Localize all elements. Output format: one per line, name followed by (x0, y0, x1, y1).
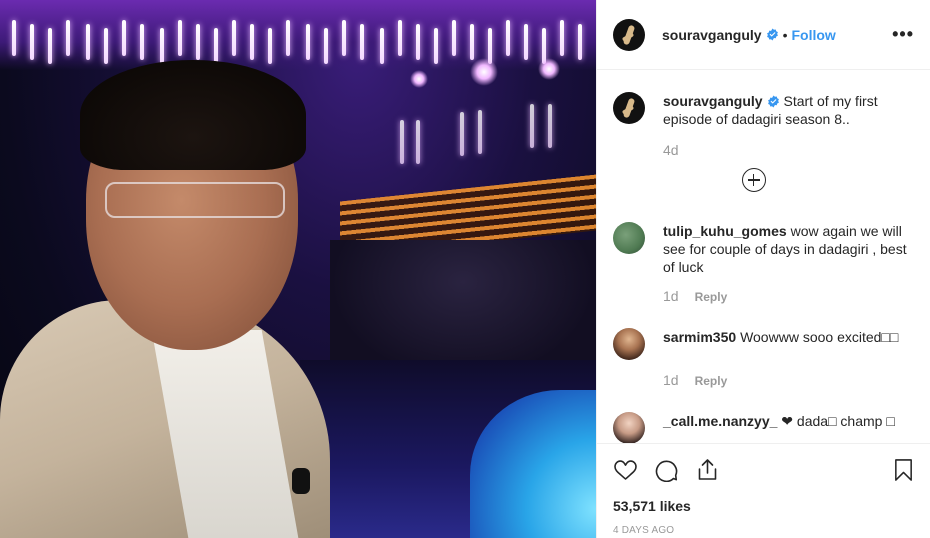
stage-light-bar (434, 28, 438, 64)
stage-light-bar (196, 24, 200, 60)
commenter-avatar[interactable] (613, 222, 645, 254)
commenter-avatar[interactable] (613, 328, 645, 360)
plus-circle-icon[interactable] (741, 168, 766, 192)
action-icons (613, 456, 915, 484)
caption-row: souravganguly Start of my first episode … (613, 92, 914, 128)
caption-text: souravganguly Start of my first episode … (663, 92, 914, 128)
stage-light-bar (400, 120, 404, 164)
stage-light-bar (122, 20, 126, 56)
stage-light-bar (578, 24, 582, 60)
stage-light-bar (478, 110, 482, 154)
caption-username[interactable]: souravganguly (663, 93, 763, 109)
stage-light-bar (30, 24, 34, 60)
stage-light-bar (232, 20, 236, 56)
comment-text: sarmim350 Woowww sooo excited□□ (663, 328, 898, 346)
likes-count[interactable]: 53,571 likes (613, 498, 915, 514)
stage-light-bar (342, 20, 346, 56)
stage-light-bar (416, 120, 420, 164)
stage-light-bar (380, 28, 384, 64)
comment-meta: 1d Reply (663, 372, 914, 388)
post-photo[interactable] (0, 0, 596, 538)
stage-light-bar (160, 28, 164, 64)
comment-age[interactable]: 1d (663, 372, 679, 388)
person-glasses (105, 182, 285, 218)
stage-light-bar (140, 24, 144, 60)
author-avatar[interactable] (613, 18, 645, 51)
stage-light-bar (560, 20, 564, 56)
stage-light-bar (286, 20, 290, 56)
comment-item: tulip_kuhu_gomes wow again we will see f… (613, 222, 914, 276)
commenter-avatar[interactable] (613, 412, 645, 443)
comment-content: ❤ dada□ champ □ (781, 413, 895, 429)
stage-light-bar (48, 28, 52, 64)
stage-light-bar (12, 20, 16, 56)
stage-light-bar (178, 20, 182, 56)
verified-badge-icon (766, 28, 778, 41)
author-avatar[interactable] (613, 92, 645, 124)
reply-button[interactable]: Reply (695, 374, 728, 388)
stage-spotlight (410, 70, 428, 88)
stage-spotlight (538, 58, 560, 80)
bookmark-icon[interactable] (892, 458, 915, 482)
reply-button[interactable]: Reply (695, 290, 728, 304)
comment-item: _call.me.nanzyy_ ❤ dada□ champ □ (613, 412, 914, 443)
load-more-comments[interactable] (597, 168, 914, 192)
stage-light-bar (398, 20, 402, 56)
stage-light-bar (530, 104, 534, 148)
verified-badge-icon (767, 95, 779, 108)
stage-spotlight (470, 58, 498, 86)
stage-light-bar (86, 24, 90, 60)
comment-text: tulip_kuhu_gomes wow again we will see f… (663, 222, 914, 276)
more-options-button[interactable]: ••• (892, 24, 914, 45)
comment-username[interactable]: _call.me.nanzyy_ (663, 413, 777, 429)
stage-light-bar (306, 24, 310, 60)
comment-text: _call.me.nanzyy_ ❤ dada□ champ □ (663, 412, 895, 430)
comments-list[interactable]: souravganguly Start of my first episode … (597, 70, 930, 443)
stage-light-bar (470, 24, 474, 60)
comment-item: sarmim350 Woowww sooo excited□□ (613, 328, 914, 360)
author-username[interactable]: souravganguly (662, 27, 762, 43)
stage-light-bar (66, 20, 70, 56)
comment-content: Woowww sooo excited□□ (740, 329, 899, 345)
share-icon[interactable] (695, 458, 720, 482)
post-timestamp[interactable]: 4 DAYS AGO (613, 525, 915, 536)
person-hair (80, 60, 306, 170)
author-info: souravganguly • Follow (662, 27, 836, 43)
post-actions: 53,571 likes 4 DAYS AGO (597, 443, 930, 536)
comment-username[interactable]: sarmim350 (663, 329, 736, 345)
comment-age[interactable]: 1d (663, 288, 679, 304)
stage-light-bar (268, 28, 272, 64)
post-header: souravganguly • Follow ••• (597, 0, 930, 70)
separator-dot: • (782, 26, 788, 43)
stage-light-bar (416, 24, 420, 60)
stage-light-bar (214, 28, 218, 64)
comment-icon[interactable] (654, 458, 679, 482)
stage-light-bar (360, 24, 364, 60)
audience (330, 240, 596, 380)
stage-light-bar (548, 104, 552, 148)
caption-age[interactable]: 4d (663, 142, 679, 158)
heart-icon[interactable] (613, 458, 638, 482)
comment-meta: 1d Reply (663, 288, 914, 304)
post-side-panel: souravganguly • Follow ••• souravganguly… (596, 0, 930, 538)
comment-username[interactable]: tulip_kuhu_gomes (663, 223, 787, 239)
caption-meta: 4d (663, 142, 914, 158)
stage-light-bar (506, 20, 510, 56)
stage-light-bar (452, 20, 456, 56)
lapel-mic (292, 468, 310, 494)
stage-light-bar (250, 24, 254, 60)
stage-light-bar (524, 24, 528, 60)
stage-light-bar (104, 28, 108, 64)
stage-light-bar (324, 28, 328, 64)
stage-light-bar (460, 112, 464, 156)
follow-button[interactable]: Follow (792, 27, 836, 43)
